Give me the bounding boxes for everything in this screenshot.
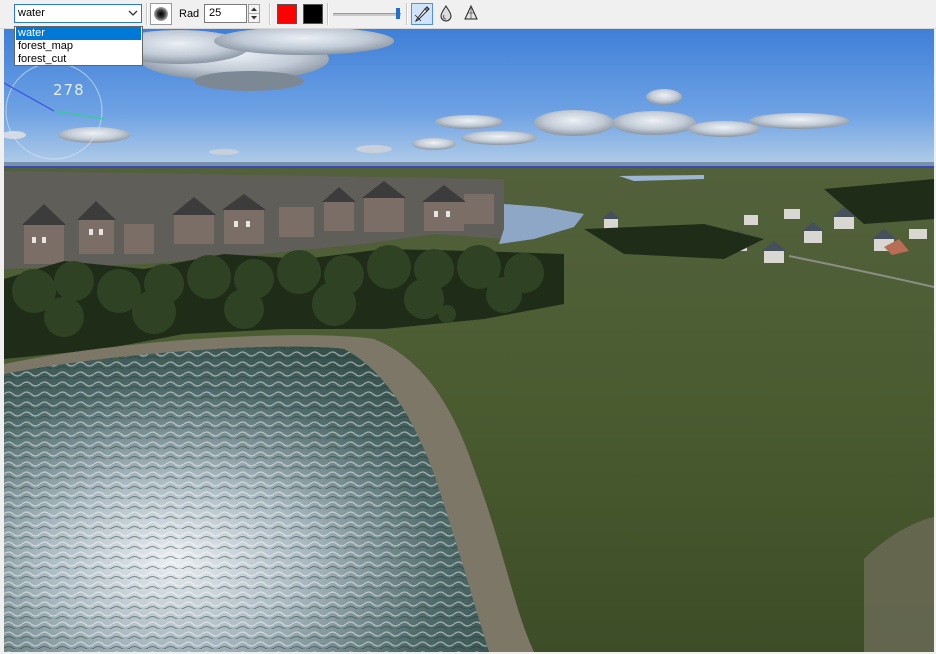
dropdown-option-forest-map[interactable]: forest_map: [16, 40, 141, 53]
layer-dropdown-list: water forest_map forest_cut: [14, 26, 143, 66]
spin-up-icon[interactable]: [249, 5, 259, 14]
terrain-viewport[interactable]: 278: [4, 29, 934, 652]
layer-select[interactable]: water: [14, 4, 142, 23]
paint-tool-button[interactable]: [411, 3, 433, 25]
toolbar-separator: [269, 3, 271, 25]
opacity-slider[interactable]: [333, 6, 403, 22]
radius-label: Rad: [179, 8, 200, 20]
spin-down-icon[interactable]: [249, 14, 259, 22]
primary-color-swatch[interactable]: [277, 4, 297, 24]
water-drop-icon: [440, 5, 452, 22]
radius-input[interactable]: 25: [204, 4, 247, 23]
soft-brush-icon: [154, 7, 168, 21]
brush-shape-button[interactable]: [150, 3, 172, 25]
layer-select-value: water: [18, 7, 45, 19]
dropdown-option-water[interactable]: water: [16, 27, 141, 40]
height-tool-button[interactable]: [461, 3, 483, 25]
toolbar-separator: [406, 3, 408, 25]
terrain-scene: [4, 29, 934, 652]
slider-track: [333, 13, 401, 16]
chevron-down-icon: [128, 10, 138, 16]
radius-spinner[interactable]: [248, 4, 260, 23]
toolbar-separator: [146, 3, 148, 25]
toolbar-separator: [327, 3, 329, 25]
cone-icon: [464, 4, 478, 20]
pencil-icon: [414, 6, 430, 23]
dropdown-option-forest-cut[interactable]: forest_cut: [16, 53, 141, 66]
compass-overlay: [4, 62, 105, 160]
compass-heading: 278: [53, 81, 85, 99]
radius-value: 25: [209, 7, 222, 19]
secondary-color-swatch[interactable]: [303, 4, 323, 24]
toolbar: water Rad 25: [0, 0, 936, 29]
slider-thumb[interactable]: [396, 8, 400, 19]
smooth-tool-button[interactable]: [436, 3, 458, 25]
